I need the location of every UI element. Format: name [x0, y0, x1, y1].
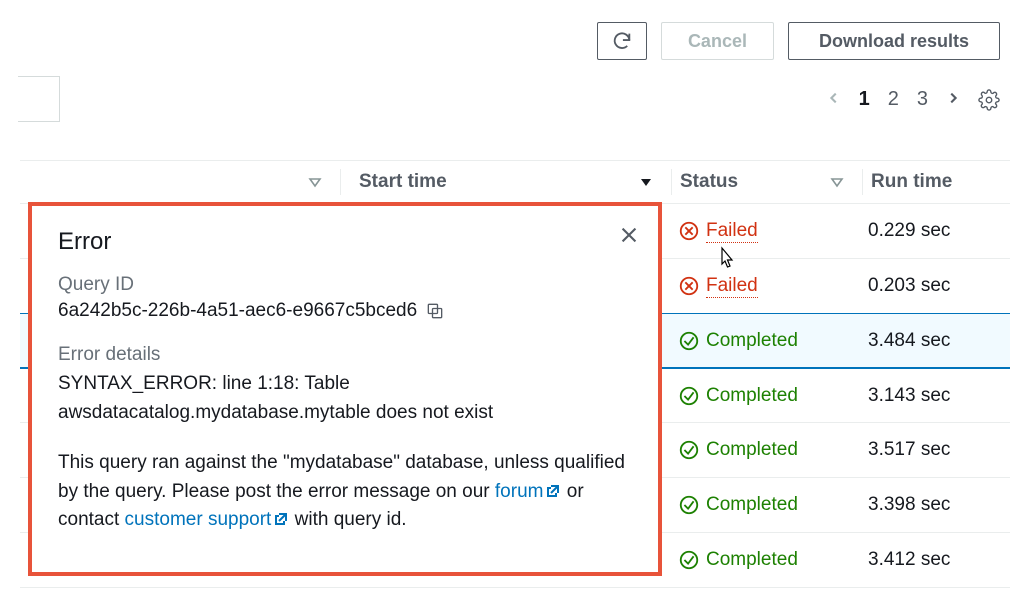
status-badge[interactable]: Completed [706, 439, 798, 461]
refresh-icon [611, 30, 633, 52]
status-badge[interactable]: Completed [706, 494, 798, 516]
next-page-button[interactable] [946, 88, 960, 111]
popover-title: Error [58, 228, 632, 256]
sort-desc-icon[interactable] [639, 175, 653, 189]
page-1[interactable]: 1 [859, 88, 870, 111]
left-truncated-panel [18, 76, 60, 122]
page-3[interactable]: 3 [917, 88, 928, 111]
run-time-cell: 0.229 sec [860, 220, 1000, 242]
prev-page-button [827, 88, 841, 111]
customer-support-link[interactable]: customer support [125, 509, 290, 531]
failed-icon [678, 275, 700, 297]
run-time-cell: 3.517 sec [860, 439, 1000, 461]
error-help-text: This query ran against the "mydatabase" … [58, 449, 632, 535]
completed-icon [678, 549, 700, 571]
forum-link[interactable]: forum [495, 481, 562, 503]
query-id-label: Query ID [58, 274, 632, 296]
query-id-value: 6a242b5c-226b-4a51-aec6-e9667c5bced6 [58, 300, 417, 322]
external-link-icon [545, 483, 561, 499]
status-badge[interactable]: Failed [706, 275, 758, 298]
sort-icon[interactable] [308, 175, 322, 189]
download-results-button[interactable]: Download results [788, 22, 1000, 60]
run-time-cell: 3.398 sec [860, 494, 1000, 516]
status-badge[interactable]: Completed [706, 330, 798, 352]
run-time-cell: 3.484 sec [860, 330, 1000, 352]
page-2[interactable]: 2 [888, 88, 899, 111]
completed-icon [678, 330, 700, 352]
completed-icon [678, 494, 700, 516]
error-details-label: Error details [58, 344, 632, 366]
external-link-icon [273, 511, 289, 527]
close-button[interactable] [618, 224, 640, 246]
table-header: Start time Status Run time [20, 160, 1010, 204]
error-message: SYNTAX_ERROR: line 1:18: Table awsdataca… [58, 370, 632, 427]
settings-button[interactable] [978, 89, 1000, 111]
pagination: 1 2 3 [827, 88, 960, 111]
run-time-cell: 0.203 sec [860, 275, 1000, 297]
error-popover: Error Query ID 6a242b5c-226b-4a51-aec6-e… [28, 202, 662, 576]
column-start-time[interactable]: Start time [359, 171, 447, 193]
completed-icon [678, 439, 700, 461]
gear-icon [978, 89, 1000, 111]
status-badge[interactable]: Failed [706, 220, 758, 243]
copy-button[interactable] [425, 301, 445, 321]
sort-icon[interactable] [830, 175, 844, 189]
column-status[interactable]: Status [680, 171, 738, 193]
close-icon [618, 224, 640, 246]
run-time-cell: 3.412 sec [860, 549, 1000, 571]
column-run-time[interactable]: Run time [871, 171, 952, 193]
completed-icon [678, 385, 700, 407]
cancel-button: Cancel [661, 22, 774, 60]
run-time-cell: 3.143 sec [860, 385, 1000, 407]
status-badge[interactable]: Completed [706, 385, 798, 407]
failed-icon [678, 220, 700, 242]
status-badge[interactable]: Completed [706, 549, 798, 571]
refresh-button[interactable] [597, 22, 647, 60]
